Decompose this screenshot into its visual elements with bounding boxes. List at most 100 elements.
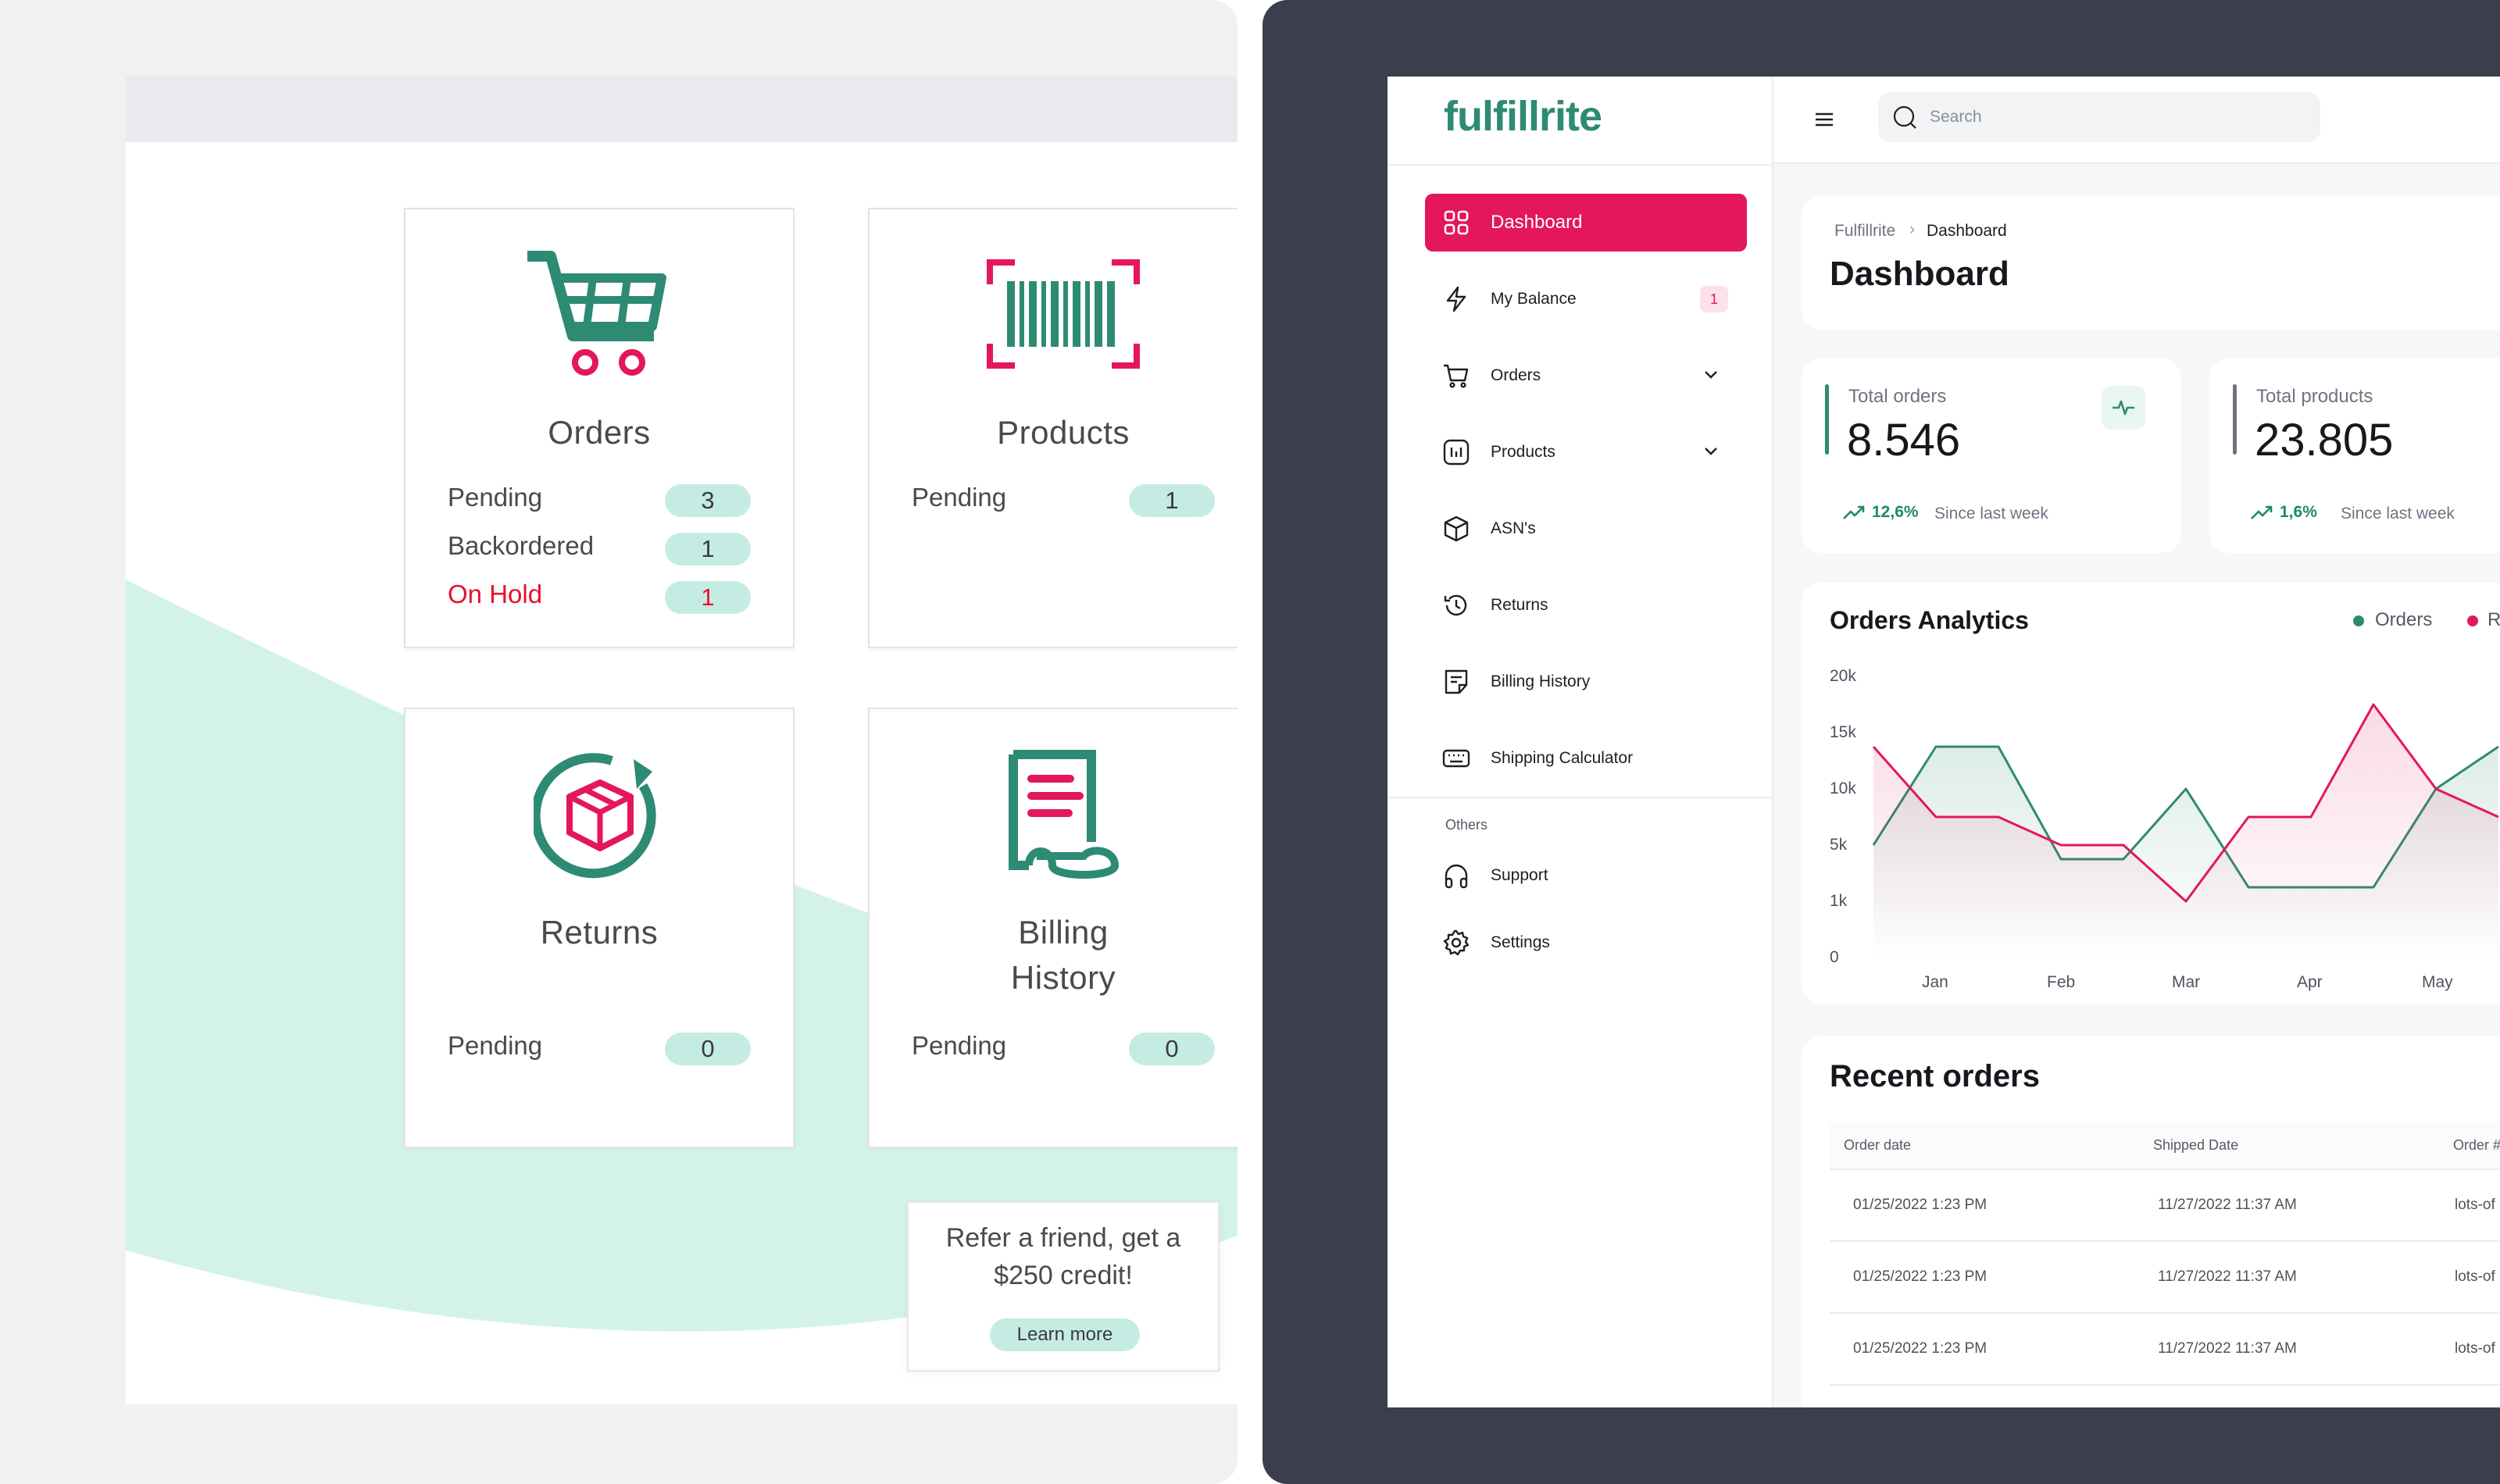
sidebar-item-label: Returns xyxy=(1491,596,1548,614)
pending-count-badge: 0 xyxy=(1129,1033,1215,1065)
fulfillrite-logo[interactable]: fulfillrite xyxy=(1444,92,1602,141)
products-card-title: Products xyxy=(997,414,1130,451)
pending-count-badge: 0 xyxy=(665,1033,751,1065)
breadcrumb-separator-icon: › xyxy=(1909,220,1915,238)
gear-icon xyxy=(1443,929,1470,956)
shipped-date-cell: 11/27/2022 11:37 AM xyxy=(2158,1197,2297,1213)
old-ui-topbar xyxy=(126,77,1238,142)
recent-orders-card: Recent orders Order date Shipped Date Or… xyxy=(1802,1036,2500,1407)
returns-card-title: Returns xyxy=(540,914,659,951)
stat-since: Since last week xyxy=(1934,505,2048,523)
table-row[interactable]: 01/25/2022 1:23 PM 11/27/2022 11:37 AM l… xyxy=(1830,1170,2500,1242)
search-icon xyxy=(1893,105,1916,129)
backordered-label: Backordered xyxy=(448,531,595,560)
referral-text-line1: Refer a friend, get a xyxy=(945,1223,1181,1253)
total-products-card: Total products 23.805 1,6% Since last we… xyxy=(2209,358,2500,553)
sidebar-item-orders[interactable]: Orders xyxy=(1425,347,1747,405)
box-icon xyxy=(1444,515,1469,542)
column-header[interactable]: Order date xyxy=(1844,1137,1911,1154)
line-chart xyxy=(1872,703,2499,958)
lightning-icon xyxy=(1446,286,1466,312)
sidebar-item-label: Billing History xyxy=(1491,672,1591,690)
shipped-date-cell: 11/27/2022 11:37 AM xyxy=(2158,1268,2297,1285)
stat-value: 8.546 xyxy=(1847,415,1961,466)
pending-label: Pending xyxy=(448,1031,543,1060)
sidebar-item-support[interactable]: Support xyxy=(1425,847,1747,904)
sidebar-item-my-balance[interactable]: My Balance 1 xyxy=(1425,270,1747,328)
shopping-cart-icon xyxy=(527,251,666,376)
others-heading: Others xyxy=(1445,817,1488,833)
billing-history-card-title-line2: History xyxy=(1010,959,1116,996)
order-number-cell: lots-of xyxy=(2455,1197,2495,1213)
sidebar-item-dashboard[interactable]: Dashboard xyxy=(1425,194,1747,251)
chart-box-icon xyxy=(1443,439,1470,466)
learn-more-button[interactable]: Learn more xyxy=(990,1318,1140,1351)
trending-up-icon xyxy=(2251,505,2273,519)
pending-label: Pending xyxy=(912,1031,1007,1060)
referral-banner: Refer a friend, get a $250 credit! Learn… xyxy=(907,1201,1220,1372)
search-placeholder: Search xyxy=(1930,108,1982,126)
sidebar-item-label: ASN's xyxy=(1491,519,1536,537)
history-icon xyxy=(1444,594,1467,616)
recent-orders-title: Recent orders xyxy=(1830,1059,2040,1093)
new-ui-window: fulfillrite Dashboard My Balance 1 Order… xyxy=(1388,77,2500,1407)
new-ui-panel: fulfillrite Dashboard My Balance 1 Order… xyxy=(1262,0,2500,1484)
stat-since: Since last week xyxy=(2341,505,2455,523)
table-row[interactable]: 01/25/2022 1:23 PM 11/27/2022 11:37 AM l… xyxy=(1830,1314,2500,1386)
sidebar-item-label: Shipping Calculator xyxy=(1491,749,1634,767)
orders-analytics-card: Orders Analytics Orders R 20k 15k 10k 5k 1k 0… xyxy=(1802,583,2500,1004)
page-title: Dashboard xyxy=(1830,255,2009,293)
return-box-icon xyxy=(534,753,656,879)
keyboard-icon xyxy=(1442,749,1470,768)
sidebar-item-label: Products xyxy=(1491,443,1555,461)
old-ui-window: Orders Pending 3 Backordered 1 On Hold 1… xyxy=(126,77,1238,1404)
order-date-cell: 01/25/2022 1:23 PM xyxy=(1853,1340,1988,1357)
sidebar-item-settings[interactable]: Settings xyxy=(1425,914,1747,972)
accent-bar xyxy=(2233,384,2237,455)
cart-icon xyxy=(1444,364,1469,388)
pending-count-badge: 1 xyxy=(1129,484,1215,517)
chevron-down-icon[interactable] xyxy=(1700,364,1722,386)
sidebar-item-label: My Balance xyxy=(1491,290,1577,308)
divider xyxy=(1388,797,1773,798)
sidebar-item-label: Orders xyxy=(1491,366,1541,384)
sidebar-item-asns[interactable]: ASN's xyxy=(1425,500,1747,558)
accent-bar xyxy=(1825,384,1829,455)
sidebar-item-label: Support xyxy=(1491,866,1548,884)
sidebar-item-label: Dashboard xyxy=(1491,212,1583,233)
sidebar-item-label: Settings xyxy=(1491,933,1550,951)
column-header[interactable]: Shipped Date xyxy=(2153,1137,2238,1154)
products-card[interactable]: Products Pending 1 xyxy=(868,208,1238,648)
breadcrumb-root[interactable]: Fulfillrite xyxy=(1834,222,1895,241)
receipt-icon xyxy=(1445,669,1468,694)
sidebar-item-billing-history[interactable]: Billing History xyxy=(1425,653,1747,711)
total-orders-card: Total orders 8.546 12,6% Since last week xyxy=(1802,358,2181,553)
column-header[interactable]: Order # xyxy=(2453,1137,2500,1154)
returns-card[interactable]: Returns Pending 0 xyxy=(404,708,795,1148)
hamburger-menu-icon[interactable] xyxy=(1812,108,1836,131)
search-input[interactable]: Search xyxy=(1878,92,2320,142)
activity-icon xyxy=(2102,386,2145,430)
trending-up-icon xyxy=(1843,505,1865,519)
stat-value: 23.805 xyxy=(2255,415,2394,466)
order-number-cell: lots-of xyxy=(2455,1268,2495,1285)
pending-label: Pending xyxy=(912,483,1007,512)
sidebar-item-returns[interactable]: Returns xyxy=(1425,576,1747,634)
on-hold-label: On Hold xyxy=(448,580,543,608)
table-header: Order date Shipped Date Order # xyxy=(1830,1122,2500,1170)
sidebar-item-products[interactable]: Products xyxy=(1425,423,1747,481)
order-number-cell: lots-of xyxy=(2455,1340,2495,1357)
balance-badge: 1 xyxy=(1700,286,1728,312)
billing-history-card[interactable]: Billing History Pending 0 xyxy=(868,708,1238,1148)
sidebar-item-shipping-calculator[interactable]: Shipping Calculator xyxy=(1425,730,1747,787)
backordered-count-badge: 1 xyxy=(665,533,751,565)
chevron-down-icon[interactable] xyxy=(1700,441,1722,462)
pending-label: Pending xyxy=(448,483,543,512)
table-row[interactable]: 01/25/2022 1:23 PM 11/27/2022 11:37 AM l… xyxy=(1830,1242,2500,1314)
stat-label: Total orders xyxy=(1848,386,1947,407)
referral-text-line2: $250 credit! xyxy=(994,1261,1133,1290)
order-date-cell: 01/25/2022 1:23 PM xyxy=(1853,1197,1988,1213)
orders-card[interactable]: Orders Pending 3 Backordered 1 On Hold 1 xyxy=(404,208,795,648)
shipped-date-cell: 11/27/2022 11:37 AM xyxy=(2158,1340,2297,1357)
on-hold-count-badge: 1 xyxy=(665,581,751,614)
